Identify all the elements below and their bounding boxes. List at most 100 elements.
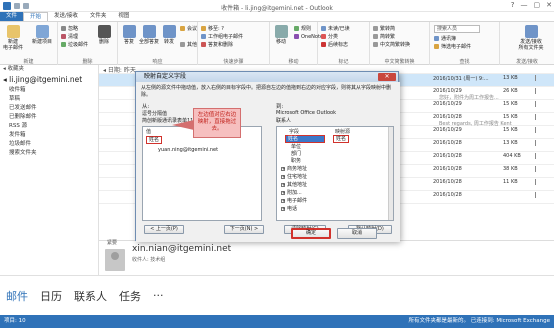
callout-arrow bbox=[172, 120, 194, 130]
rules-button[interactable]: 规则 bbox=[294, 25, 311, 32]
sender-address[interactable]: xin.nian@itgemini.net bbox=[132, 244, 231, 254]
source-value-email[interactable]: yuan.ning@itgemini.net bbox=[158, 147, 218, 153]
reply-button[interactable]: 答复 bbox=[118, 25, 140, 45]
expand-icon[interactable]: + bbox=[281, 206, 285, 211]
nav-mail[interactable]: 邮件 bbox=[6, 288, 28, 304]
help-button[interactable]: ? bbox=[511, 1, 515, 9]
folder-outbox[interactable]: 发件箱 bbox=[0, 131, 98, 140]
cancel-button[interactable]: 取消 bbox=[337, 228, 377, 239]
field-row[interactable]: 单位 bbox=[291, 143, 301, 150]
unread-icon bbox=[321, 26, 326, 31]
group-respond: 答复 全部答复 转发 会议 其他 响应 bbox=[118, 22, 198, 66]
categorize-button[interactable]: 分类 bbox=[321, 33, 338, 40]
flag-icon[interactable] bbox=[535, 101, 540, 107]
target-fields-list[interactable]: 字段 映射源 姓名 姓名 单位 部门 职务 + 商务地址 + 住宅地址 + 其他地址 … bbox=[276, 126, 394, 221]
flag-icon[interactable] bbox=[535, 179, 540, 185]
source-values-list[interactable]: 值 姓名 yuan.ning@itgemini.net bbox=[142, 126, 262, 221]
reply-all-button[interactable]: 全部答复 bbox=[138, 25, 160, 45]
folder-junk[interactable]: 垃圾邮件 bbox=[0, 140, 98, 149]
quick-step-team-email[interactable]: 工作组电子邮件 bbox=[201, 33, 243, 40]
flag-icon[interactable] bbox=[535, 166, 540, 172]
expand-icon[interactable]: + bbox=[281, 166, 285, 171]
field-row[interactable]: + 住宅地址 bbox=[281, 173, 307, 180]
field-row[interactable]: + 商务地址 bbox=[281, 165, 307, 172]
ok-button[interactable]: 确定 bbox=[291, 228, 331, 239]
flag-icon[interactable] bbox=[535, 140, 540, 146]
prev-button[interactable]: < 上一页(P) bbox=[144, 225, 184, 234]
address-book-button[interactable]: 通讯簿 bbox=[434, 35, 456, 42]
send-receive-icon[interactable] bbox=[14, 2, 20, 9]
folder-inbox[interactable]: 收件箱 bbox=[0, 86, 98, 95]
to-type: Microsoft Office Outlook bbox=[276, 110, 336, 116]
tab-home[interactable]: 开始 bbox=[23, 12, 49, 21]
send-receive-all-button[interactable]: 发送/接收 所有文件夹 bbox=[514, 25, 548, 51]
nav-calendar[interactable]: 日历 bbox=[40, 288, 62, 304]
meeting-button[interactable]: 会议 bbox=[180, 25, 197, 32]
item-count: 项目: 10 bbox=[4, 318, 26, 324]
nav-tasks[interactable]: 任务 bbox=[119, 288, 141, 304]
team-email-icon bbox=[201, 34, 206, 39]
quick-step-move[interactable]: 移至: ? bbox=[201, 25, 224, 32]
folder-drafts[interactable]: 草稿 bbox=[0, 95, 98, 104]
tab-send-receive[interactable]: 发送/接收 bbox=[48, 12, 84, 21]
next-button[interactable]: 下一页(N) > bbox=[224, 225, 264, 234]
forward-button[interactable]: 转发 bbox=[158, 25, 180, 45]
undo-icon[interactable] bbox=[23, 2, 29, 9]
delete-button[interactable]: 删除 bbox=[93, 25, 115, 45]
dialog-close-button[interactable]: ✕ bbox=[378, 73, 396, 81]
chinese-conversion-button[interactable]: 中文简繁转换 bbox=[373, 41, 410, 48]
folder-search[interactable]: 搜索文件夹 bbox=[0, 149, 98, 158]
fields-scrollbar[interactable] bbox=[388, 127, 393, 220]
cleanup-button[interactable]: 清理 bbox=[61, 33, 78, 40]
simp-to-trad-button[interactable]: 简转繁 bbox=[373, 33, 395, 40]
filter-email-button[interactable]: 筛选电子邮件 bbox=[434, 43, 471, 50]
maximize-button[interactable]: ▢ bbox=[534, 1, 541, 9]
status-bar: 项目: 10 所有文件夹都是最新的。 已连接到: Microsoft Excha… bbox=[0, 315, 554, 328]
folder-deleted[interactable]: 已删除邮件 bbox=[0, 113, 98, 122]
from-label: 从: bbox=[142, 104, 150, 110]
more-respond-button[interactable]: 其他 bbox=[180, 41, 197, 48]
expand-icon[interactable]: + bbox=[281, 182, 285, 187]
tab-file[interactable]: 文件 bbox=[0, 12, 24, 21]
nav-more[interactable]: ··· bbox=[153, 289, 164, 302]
field-row[interactable]: + 附加... bbox=[281, 189, 302, 196]
search-people-input[interactable]: 搜索人员 bbox=[434, 25, 480, 33]
followup-button[interactable]: 后续标志 bbox=[321, 41, 348, 48]
flag-icon[interactable] bbox=[535, 88, 540, 94]
move-button[interactable]: 移动 bbox=[270, 25, 292, 45]
window-title: 收件箱 - li.jing@itgemini.net - Outlook bbox=[221, 5, 333, 12]
new-items-button[interactable]: 新建项目 bbox=[28, 25, 56, 45]
tab-view[interactable]: 视图 bbox=[112, 12, 135, 21]
flag-icon[interactable] bbox=[535, 192, 540, 198]
flag-icon[interactable] bbox=[535, 127, 540, 133]
ignore-button[interactable]: 忽略 bbox=[61, 25, 78, 32]
field-row[interactable]: 部门 bbox=[291, 150, 301, 157]
flag-icon[interactable] bbox=[535, 153, 540, 159]
expand-icon[interactable]: + bbox=[281, 190, 285, 195]
onenote-icon bbox=[294, 34, 299, 39]
quick-step-reply-delete[interactable]: 答复和删除 bbox=[201, 41, 233, 48]
expand-icon[interactable]: + bbox=[281, 174, 285, 179]
junk-button[interactable]: 垃圾邮件 bbox=[61, 41, 88, 48]
unread-read-button[interactable]: 未读/已读 bbox=[321, 25, 350, 32]
tab-folder[interactable]: 文件夹 bbox=[84, 12, 113, 21]
folder-sent[interactable]: 已发送邮件 bbox=[0, 104, 98, 113]
source-value-name[interactable]: 姓名 bbox=[146, 136, 163, 144]
field-row[interactable]: 职务 bbox=[291, 157, 301, 164]
target-field-name[interactable]: 姓名 bbox=[285, 135, 325, 143]
folder-rss[interactable]: RSS 源 bbox=[0, 122, 98, 131]
new-email-button[interactable]: 新建 电子邮件 bbox=[2, 25, 24, 51]
trad-to-simp-button[interactable]: 繁转简 bbox=[373, 25, 395, 32]
field-row[interactable]: + 电子邮件 bbox=[281, 197, 307, 204]
close-button[interactable]: ✕ bbox=[546, 1, 552, 9]
mapped-value-name[interactable]: 姓名 bbox=[333, 135, 350, 143]
field-row[interactable]: + 电话 bbox=[281, 205, 297, 212]
expand-icon[interactable]: + bbox=[281, 198, 285, 203]
flag-icon[interactable] bbox=[535, 114, 540, 120]
minimize-button[interactable]: — bbox=[521, 1, 528, 9]
field-row[interactable]: + 其他地址 bbox=[281, 181, 307, 188]
account-header[interactable]: ◂ li.jing@itgemini.net bbox=[0, 74, 98, 86]
favorites-header[interactable]: ◂ 收藏夹 bbox=[0, 65, 98, 74]
nav-people[interactable]: 联系人 bbox=[74, 288, 107, 304]
flag-icon[interactable] bbox=[535, 75, 540, 81]
